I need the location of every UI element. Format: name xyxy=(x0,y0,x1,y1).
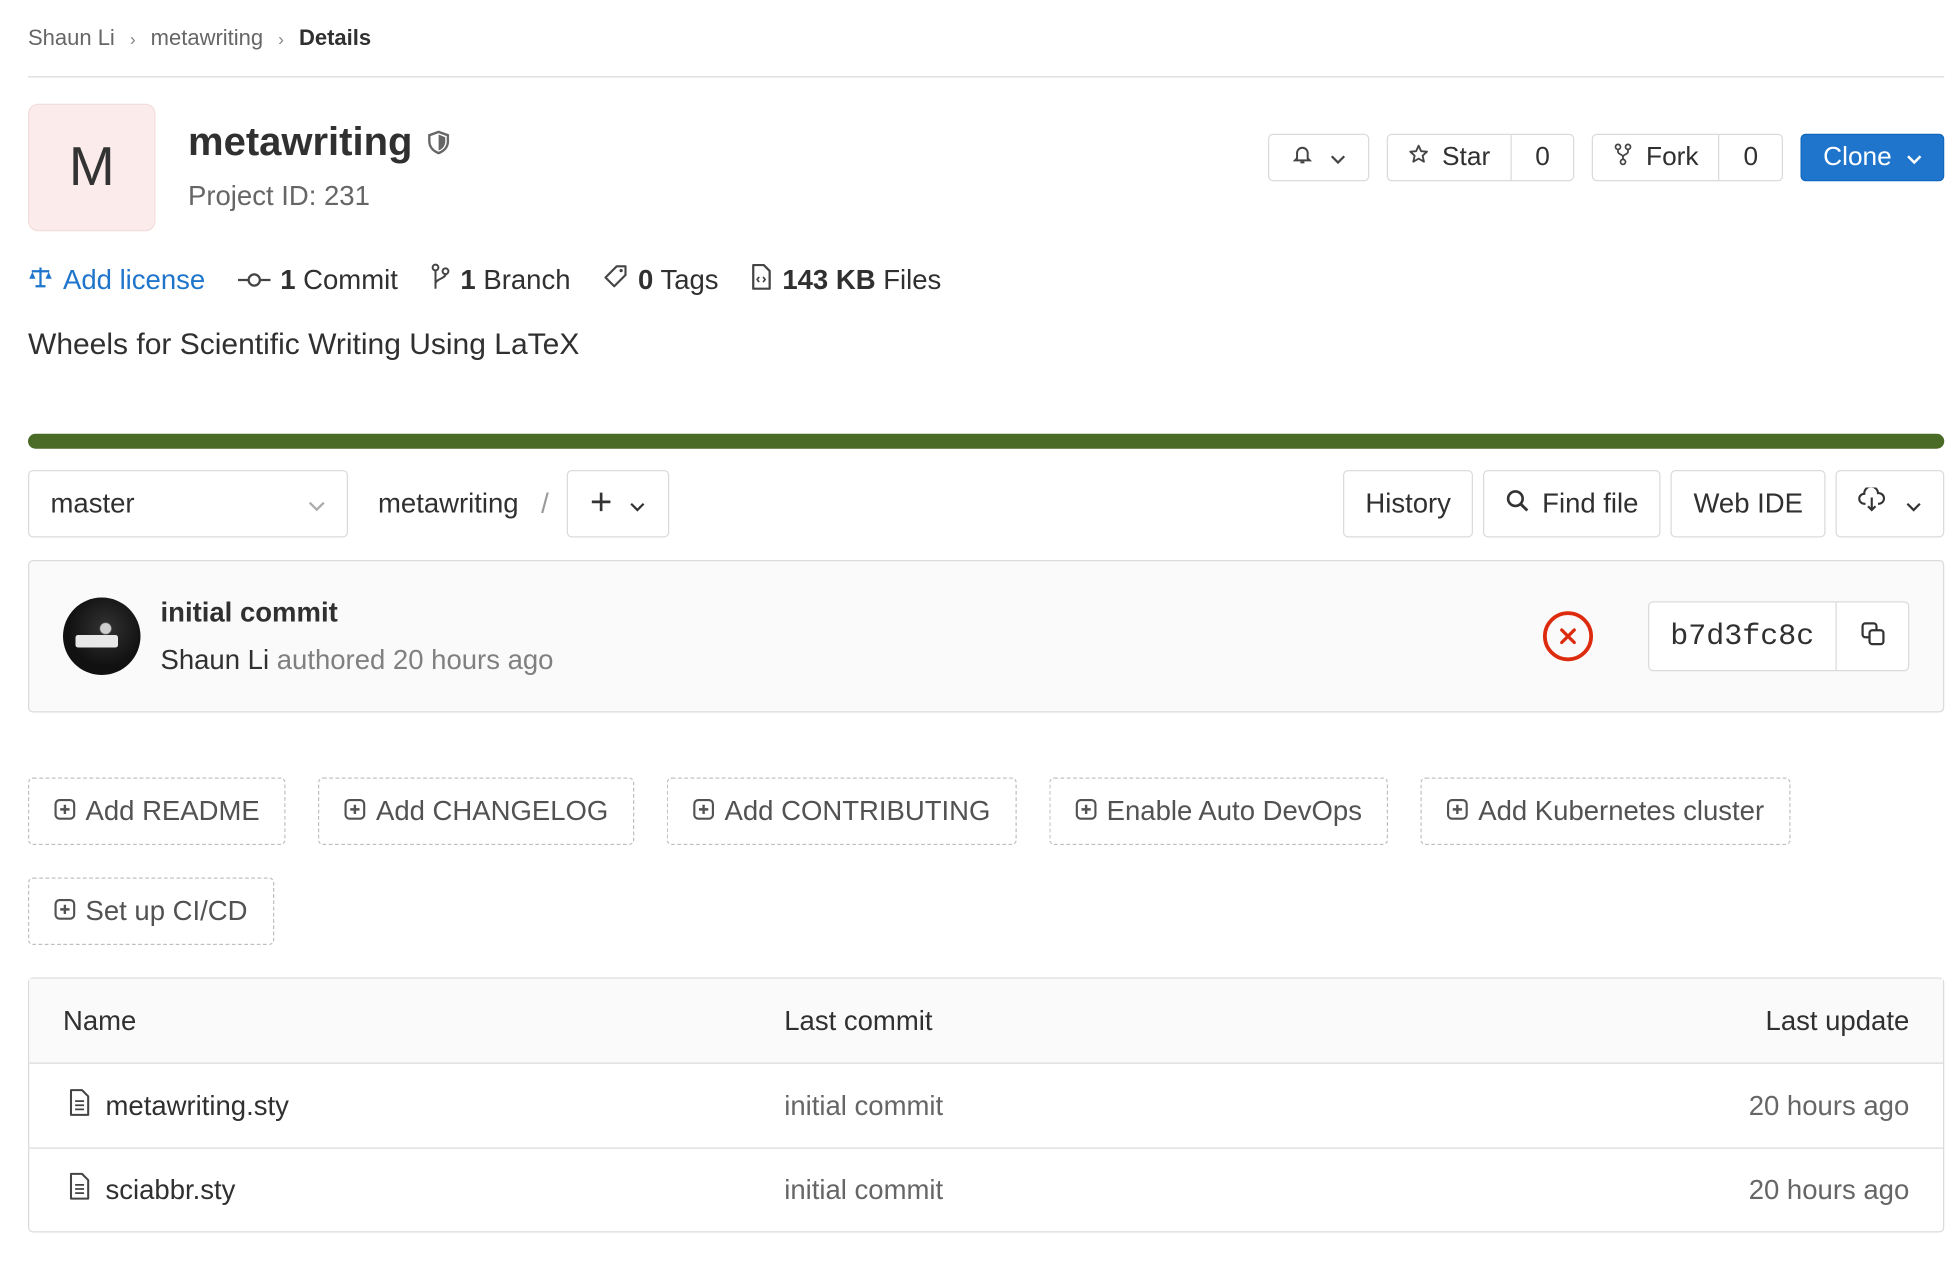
plus-square-icon xyxy=(1447,795,1468,828)
file-icon xyxy=(68,1088,91,1123)
tags-stat[interactable]: 0 Tags xyxy=(603,264,719,297)
web-ide-button[interactable]: Web IDE xyxy=(1670,470,1826,538)
breadcrumb-item-user[interactable]: Shaun Li xyxy=(28,25,115,51)
files-stat[interactable]: 143 KB Files xyxy=(751,263,941,297)
branch-icon xyxy=(430,263,450,298)
branch-select[interactable]: master xyxy=(28,470,348,538)
repository-suggestions: Add README Add CHANGELOG Add CONTRIBUTIN… xyxy=(28,777,1828,945)
author-avatar[interactable] xyxy=(63,597,141,675)
plus-square-icon xyxy=(345,795,366,828)
column-header-last-commit: Last commit xyxy=(784,1004,933,1036)
repository-path: metawriting / xyxy=(378,470,669,538)
plus-square-icon xyxy=(54,795,76,828)
download-dropdown[interactable] xyxy=(1835,470,1945,538)
add-kubernetes-cluster-button[interactable]: Add Kubernetes cluster xyxy=(1420,777,1791,845)
clone-button[interactable]: Clone xyxy=(1800,133,1945,182)
project-name: metawriting xyxy=(188,118,413,164)
history-button[interactable]: History xyxy=(1342,470,1474,538)
page-title: metawriting xyxy=(188,119,449,165)
star-button-group: Star 0 xyxy=(1387,133,1575,182)
star-button[interactable]: Star xyxy=(1388,135,1510,180)
chevron-down-icon xyxy=(629,488,645,521)
path-root-link[interactable]: metawriting xyxy=(378,488,519,521)
copy-icon xyxy=(1860,621,1885,652)
plus-icon xyxy=(590,488,611,521)
chevron-down-icon xyxy=(1906,488,1922,521)
table-row[interactable]: sciabbr.sty initial commit 20 hours ago xyxy=(29,1147,1943,1232)
search-icon xyxy=(1506,488,1530,521)
column-header-last-update: Last update xyxy=(1765,1004,1910,1036)
pipeline-failed-icon[interactable] xyxy=(1542,611,1593,662)
enable-auto-devops-button[interactable]: Enable Auto DevOps xyxy=(1049,777,1389,845)
project-id: Project ID: 231 xyxy=(188,180,370,212)
add-readme-button[interactable]: Add README xyxy=(28,777,286,845)
file-last-update: 20 hours ago xyxy=(1748,1173,1910,1205)
file-name-link[interactable]: metawriting.sty xyxy=(106,1089,289,1122)
commits-stat[interactable]: 1 Commit xyxy=(237,264,398,297)
project-header: M metawriting Project ID: 231 Star 0 For… xyxy=(28,103,1945,232)
chevron-down-icon xyxy=(308,488,326,521)
chevron-down-icon xyxy=(1331,143,1346,173)
project-avatar[interactable]: M xyxy=(28,103,156,232)
add-file-dropdown[interactable] xyxy=(566,470,669,538)
commit-author[interactable]: Shaun Li xyxy=(161,644,270,675)
add-license-link[interactable]: Add license xyxy=(28,264,205,297)
last-commit-panel: initial commit Shaun Li authored 20 hour… xyxy=(28,560,1945,713)
fork-button-group: Fork 0 xyxy=(1592,133,1784,182)
table-row[interactable]: metawriting.sty initial commit 20 hours … xyxy=(29,1064,1943,1148)
column-header-name: Name xyxy=(63,1004,137,1036)
commit-time: authored 20 hours ago xyxy=(276,643,554,675)
setup-ci-cd-button[interactable]: Set up CI/CD xyxy=(28,877,274,945)
cloud-download-icon xyxy=(1858,485,1886,521)
bell-icon xyxy=(1292,143,1313,173)
star-icon xyxy=(1408,143,1429,173)
commit-sha[interactable]: b7d3fc8c xyxy=(1649,603,1836,671)
breadcrumb: Shaun Li › metawriting › Details xyxy=(28,0,1945,78)
plus-square-icon xyxy=(54,895,76,928)
breadcrumb-item-project[interactable]: metawriting xyxy=(151,25,263,51)
path-separator: / xyxy=(541,487,549,519)
add-contributing-button[interactable]: Add CONTRIBUTING xyxy=(667,777,1017,845)
chevron-right-icon: › xyxy=(278,28,284,49)
repository-language-bar[interactable] xyxy=(28,433,1945,449)
notification-dropdown[interactable] xyxy=(1268,133,1370,182)
file-last-commit-link[interactable]: initial commit xyxy=(784,1089,1584,1122)
file-icon xyxy=(68,1172,91,1208)
scale-icon xyxy=(28,264,53,297)
file-name-link[interactable]: sciabbr.sty xyxy=(106,1174,236,1207)
fork-icon xyxy=(1614,142,1634,173)
file-code-icon xyxy=(751,263,772,297)
commit-meta: Shaun Li authored 20 hours ago xyxy=(161,644,554,677)
chevron-down-icon xyxy=(1907,143,1922,173)
chevron-right-icon: › xyxy=(129,28,136,49)
project-description: Wheels for Scientific Writing Using LaTe… xyxy=(28,327,580,362)
commit-icon xyxy=(237,264,271,297)
file-last-commit-link[interactable]: initial commit xyxy=(784,1174,1584,1207)
repository-toolbar: master metawriting / History Find file W… xyxy=(28,470,1945,538)
plus-square-icon xyxy=(1075,795,1097,828)
commit-sha-group: b7d3fc8c xyxy=(1647,601,1910,672)
breadcrumb-current[interactable]: Details xyxy=(299,25,371,51)
file-table: Name Last commit Last update metawriting… xyxy=(28,977,1945,1233)
branches-stat[interactable]: 1 Branch xyxy=(430,263,571,298)
shield-icon xyxy=(427,129,449,154)
find-file-button[interactable]: Find file xyxy=(1483,470,1661,538)
project-stats: Add license 1 Commit 1 Branch 0 Tags 143… xyxy=(28,263,1944,298)
file-last-update: 20 hours ago xyxy=(1748,1089,1910,1121)
commit-title[interactable]: initial commit xyxy=(161,596,554,629)
copy-sha-button[interactable] xyxy=(1835,602,1909,670)
add-changelog-button[interactable]: Add CHANGELOG xyxy=(318,777,635,845)
fork-count[interactable]: 0 xyxy=(1718,135,1782,180)
fork-button[interactable]: Fork xyxy=(1594,135,1719,180)
table-header: Name Last commit Last update xyxy=(29,978,1943,1064)
tag-icon xyxy=(603,264,628,297)
plus-square-icon xyxy=(693,795,715,828)
star-count[interactable]: 0 xyxy=(1510,135,1573,180)
